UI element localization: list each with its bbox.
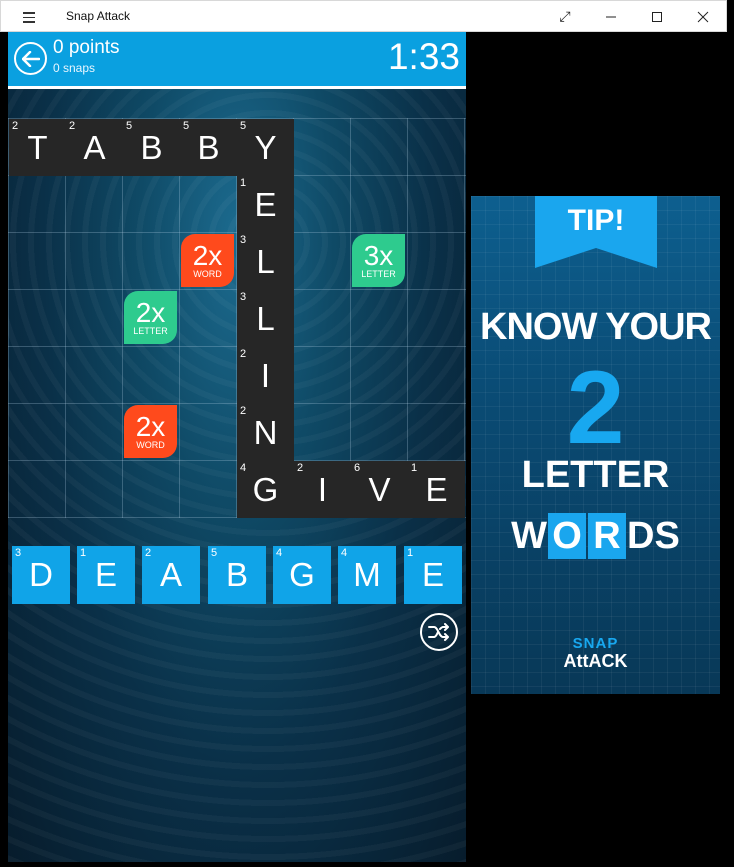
board-tile[interactable]: 1E <box>408 461 465 518</box>
board-tile[interactable]: 5Y <box>237 119 294 176</box>
hamburger-menu-icon[interactable] <box>17 9 49 25</box>
title-bar: Snap Attack ⤢ <box>0 0 727 32</box>
shuffle-icon[interactable] <box>420 613 458 651</box>
expand-icon[interactable]: ⤢ <box>542 1 588 32</box>
board-tile[interactable]: 2T <box>9 119 66 176</box>
bonus-square-word[interactable]: 2x WORD <box>181 234 234 287</box>
letter-rack: 3D 1E 2A 5B 4G 4M 1E <box>12 546 466 604</box>
points-label: 0 points <box>53 37 120 58</box>
board-tile[interactable]: 2A <box>66 119 123 176</box>
board-tile[interactable]: 3L <box>237 290 294 347</box>
board-tile[interactable]: 3L <box>237 233 294 290</box>
header-divider <box>8 86 466 89</box>
rack-tile[interactable]: 3D <box>12 546 70 604</box>
window-title: Snap Attack <box>66 9 131 23</box>
ad-headline: KNOW YOUR <box>480 306 712 348</box>
back-arrow-icon[interactable] <box>14 42 47 75</box>
board-tile[interactable]: 6V <box>351 461 408 518</box>
board-tile[interactable]: 1E <box>237 176 294 233</box>
game-area: 0 points 0 snaps 1:33 2T 2 A 5 B 5 B 5 Y… <box>8 32 466 862</box>
snap-attack-logo: SNAP AttACK <box>563 635 628 671</box>
game-board[interactable]: 2T 2A 5B 5B 5Y 1E 3L 3L 2I 2N 4G 2I 6V 1… <box>8 118 466 518</box>
score-header: 0 points 0 snaps 1:33 <box>8 32 466 86</box>
board-tile[interactable]: 2I <box>294 461 351 518</box>
ad-words-line: W O R DS <box>471 508 720 564</box>
snaps-label: 0 snaps <box>53 61 96 75</box>
ad-subheadline: LETTER <box>521 454 670 496</box>
rack-tile[interactable]: 4M <box>338 546 396 604</box>
maximize-button[interactable] <box>634 1 680 32</box>
rack-tile[interactable]: 5B <box>208 546 266 604</box>
rack-tile[interactable]: 4G <box>273 546 331 604</box>
tip-ribbon: TIP! <box>535 196 657 268</box>
rack-tile[interactable]: 1E <box>77 546 135 604</box>
board-tile[interactable]: 4G <box>237 461 294 518</box>
board-tile[interactable]: 5B <box>123 119 180 176</box>
bonus-square-word[interactable]: 2x WORD <box>124 405 177 458</box>
minimize-button[interactable] <box>588 1 634 32</box>
tip-text: TIP! <box>568 204 625 237</box>
advertisement-banner[interactable]: TIP! KNOW YOUR 2 LETTER W O R DS SNAP At… <box>471 196 720 694</box>
board-tile[interactable]: 2N <box>237 404 294 461</box>
bonus-square-letter[interactable]: 2x LETTER <box>124 291 177 344</box>
countdown-timer: 1:33 <box>387 36 460 77</box>
board-tile[interactable]: 5B <box>180 119 237 176</box>
bonus-square-letter[interactable]: 3x LETTER <box>352 234 405 287</box>
close-button[interactable] <box>680 1 726 32</box>
app-window: Snap Attack ⤢ 0 points 0 snaps 1:33 2 T … <box>0 0 734 867</box>
rack-tile[interactable]: 1E <box>404 546 462 604</box>
ad-number: 2 <box>566 350 625 466</box>
rack-tile[interactable]: 2A <box>142 546 200 604</box>
board-tile[interactable]: 2I <box>237 347 294 404</box>
